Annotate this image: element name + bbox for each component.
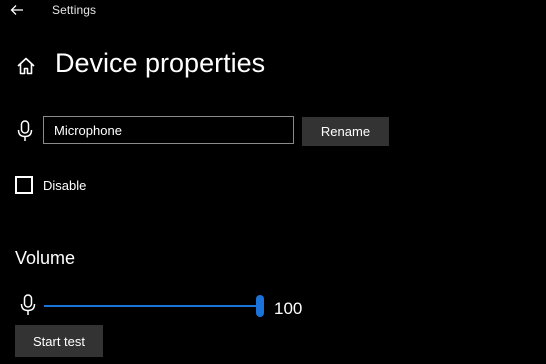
settings-window: Settings Device properties Rename Disabl…	[0, 0, 546, 364]
start-test-button[interactable]: Start test	[15, 325, 103, 357]
disable-label: Disable	[43, 177, 87, 193]
disable-checkbox[interactable]	[15, 176, 33, 194]
rename-button[interactable]: Rename	[302, 117, 389, 146]
home-icon[interactable]	[15, 55, 37, 77]
device-name-input[interactable]	[43, 116, 294, 144]
microphone-icon	[20, 294, 36, 315]
volume-heading: Volume	[15, 248, 76, 268]
volume-value: 100	[274, 299, 303, 318]
microphone-icon	[17, 120, 33, 141]
back-button[interactable]	[6, 0, 28, 20]
back-arrow-icon	[10, 5, 23, 15]
volume-slider-thumb[interactable]	[256, 295, 264, 317]
disable-checkbox-row[interactable]: Disable	[15, 176, 86, 194]
volume-slider[interactable]	[44, 295, 264, 317]
page-title: Device properties	[55, 48, 266, 78]
window-title: Settings	[52, 3, 97, 17]
volume-slider-fill	[44, 305, 260, 307]
